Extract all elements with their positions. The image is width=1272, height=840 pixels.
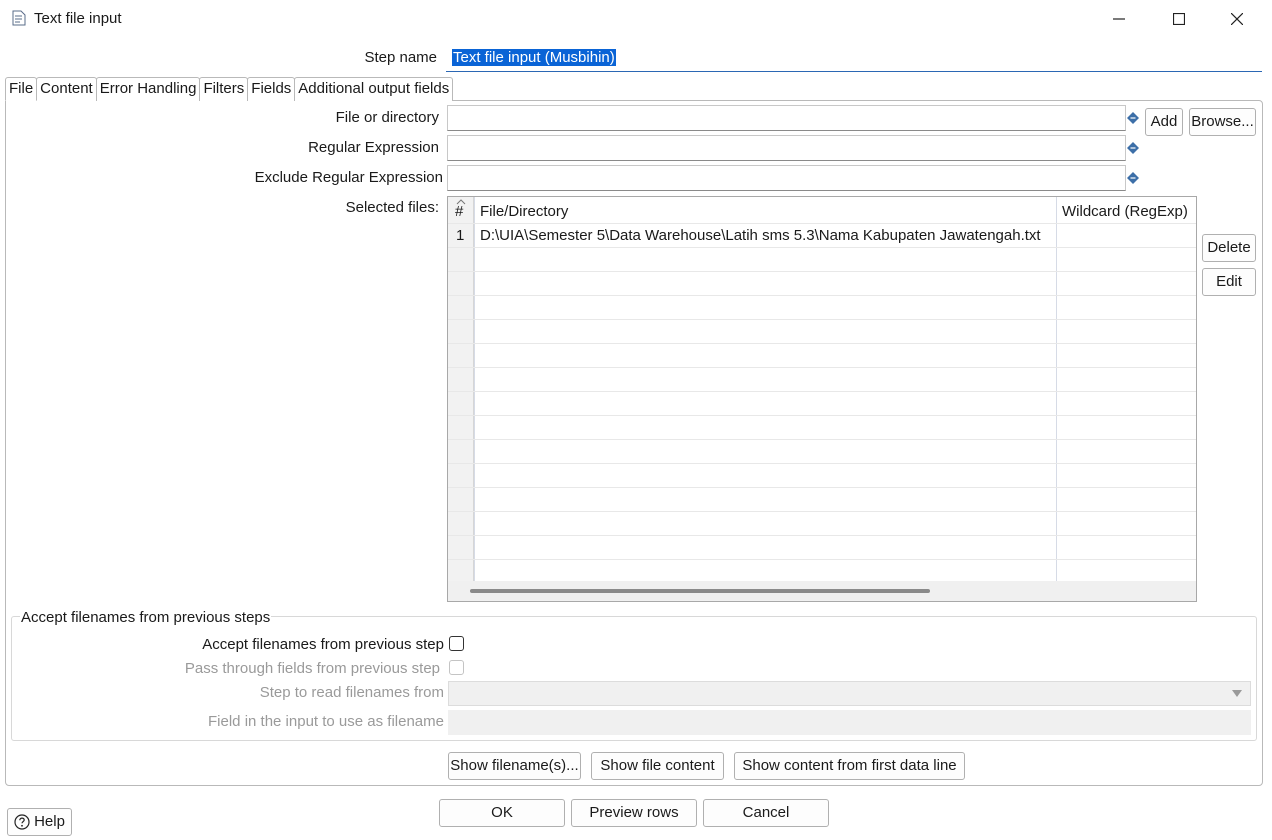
variable-icon <box>1127 172 1139 184</box>
selected-files-table[interactable]: # File/Directory Wildcard (RegExp) 1 D:\… <box>447 196 1197 602</box>
help-button[interactable]: Help <box>7 808 72 836</box>
row-divider <box>448 439 1196 440</box>
step-to-read-select[interactable] <box>448 681 1251 706</box>
row-divider <box>448 271 1196 272</box>
browse-button[interactable]: Browse... <box>1189 108 1256 136</box>
step-name-label: Step name <box>364 49 437 66</box>
file-or-directory-input[interactable] <box>447 105 1126 131</box>
row-divider <box>448 415 1196 416</box>
minimize-button[interactable] <box>1096 4 1142 34</box>
pass-through-fields-label: Pass through fields from previous step <box>184 660 440 677</box>
preview-rows-button[interactable]: Preview rows <box>571 799 697 827</box>
column-divider <box>1056 197 1057 581</box>
show-file-content-button[interactable]: Show file content <box>591 752 724 780</box>
horizontal-scrollbar[interactable] <box>448 581 1196 601</box>
ok-button[interactable]: OK <box>439 799 565 827</box>
row-divider <box>448 343 1196 344</box>
add-button[interactable]: Add <box>1145 108 1183 136</box>
close-button[interactable] <box>1214 4 1260 34</box>
row-divider <box>448 367 1196 368</box>
row-divider <box>448 511 1196 512</box>
show-filenames-button[interactable]: Show filename(s)... <box>448 752 581 780</box>
show-content-first-data-line-button[interactable]: Show content from first data line <box>734 752 965 780</box>
file-or-directory-label: File or directory <box>335 109 439 126</box>
row-number-column <box>448 197 474 581</box>
close-icon <box>1231 13 1243 25</box>
variable-icon <box>1127 142 1139 154</box>
column-header-number[interactable]: # <box>455 203 463 220</box>
row-divider <box>448 247 1196 248</box>
tab-error-handling[interactable]: Error Handling <box>95 77 201 101</box>
regular-expression-label: Regular Expression <box>308 139 439 156</box>
cancel-button[interactable]: Cancel <box>703 799 829 827</box>
row-divider <box>448 319 1196 320</box>
accept-filenames-group-title: Accept filenames from previous steps <box>20 609 272 626</box>
row-divider <box>448 535 1196 536</box>
row-divider <box>448 463 1196 464</box>
maximize-icon <box>1173 13 1185 25</box>
scrollbar-thumb[interactable] <box>470 589 930 593</box>
edit-button[interactable]: Edit <box>1202 268 1256 296</box>
tab-additional-output-fields[interactable]: Additional output fields <box>294 77 454 101</box>
minimize-icon <box>1113 18 1125 20</box>
exclude-regular-expression-input[interactable] <box>447 165 1126 191</box>
step-to-read-label: Step to read filenames from <box>259 684 444 701</box>
row-divider <box>448 487 1196 488</box>
tab-fields[interactable]: Fields <box>247 77 296 101</box>
window-title: Text file input <box>34 10 122 27</box>
step-name-value: Text file input (Musbihin) <box>452 49 616 66</box>
accept-filenames-label: Accept filenames from previous step <box>202 636 444 653</box>
column-divider <box>474 197 475 581</box>
tab-content[interactable]: Content <box>36 77 97 101</box>
row-number: 1 <box>456 227 465 244</box>
variable-icon <box>1127 112 1139 124</box>
tab-filters[interactable]: Filters <box>199 77 249 101</box>
selected-files-label: Selected files: <box>345 199 439 216</box>
help-label: Help <box>34 813 65 830</box>
step-name-input[interactable]: Text file input (Musbihin) <box>446 46 1262 72</box>
row-divider <box>448 391 1196 392</box>
tab-bar: File Content Error Handling Filters Fiel… <box>5 77 454 101</box>
chevron-down-icon <box>1232 690 1242 697</box>
file-directory-cell[interactable]: D:\UIA\Semester 5\Data Warehouse\Latih s… <box>480 227 1041 244</box>
pass-through-fields-checkbox[interactable] <box>449 660 464 675</box>
text-file-input-icon <box>12 10 26 26</box>
row-divider <box>448 295 1196 296</box>
help-icon <box>14 814 30 830</box>
accept-filenames-checkbox[interactable] <box>449 636 464 651</box>
column-header-wildcard[interactable]: Wildcard (RegExp) <box>1062 203 1188 220</box>
title-bar <box>0 0 1272 38</box>
maximize-button[interactable] <box>1156 4 1202 34</box>
regular-expression-input[interactable] <box>447 135 1126 161</box>
field-to-use-input[interactable] <box>448 710 1251 735</box>
row-divider <box>448 559 1196 560</box>
table-row[interactable]: 1 D:\UIA\Semester 5\Data Warehouse\Latih… <box>448 224 1196 247</box>
tab-file[interactable]: File <box>5 77 38 101</box>
field-to-use-label: Field in the input to use as filename <box>208 713 444 730</box>
column-header-file-directory[interactable]: File/Directory <box>480 203 568 220</box>
delete-button[interactable]: Delete <box>1202 234 1256 262</box>
exclude-regular-expression-label: Exclude Regular Expression <box>254 169 443 186</box>
